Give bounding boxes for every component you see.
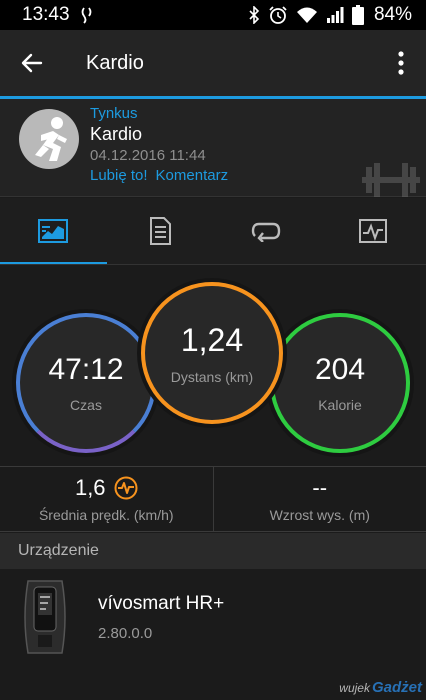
elevation-value: --	[312, 475, 328, 500]
chart-icon	[358, 219, 387, 243]
elevation-label: Wzrost wys. (m)	[269, 507, 370, 523]
calories-label: Kalorie	[318, 397, 362, 413]
activity-actions: Lubię to! Komentarz	[90, 166, 228, 186]
tab-bar	[0, 198, 426, 264]
alarm-icon	[269, 6, 287, 24]
like-link[interactable]: Lubię to!	[90, 166, 148, 186]
elevation-cell: -- Wzrost wys. (m)	[212, 467, 426, 531]
time-value: 47:12	[48, 353, 124, 386]
watermark-part1: wujek	[339, 681, 370, 695]
time-label: Czas	[70, 397, 102, 413]
device-name: vívosmart HR+	[98, 593, 225, 614]
activity-type-link[interactable]: Tynkus	[90, 105, 228, 123]
sync-icon	[81, 7, 91, 24]
calories-stat-circle: 204 Kalorie	[270, 313, 410, 453]
status-time: 13:43	[22, 4, 70, 25]
activity-name: Kardio	[90, 124, 143, 144]
activity-header: Tynkus Kardio 04.12.2016 11:44 Lubię to!…	[0, 99, 426, 197]
tab-laps[interactable]	[213, 198, 320, 264]
distance-value: 1,24	[180, 321, 244, 358]
signal-icon	[326, 7, 344, 23]
watermark-part2: Gadżet	[371, 679, 422, 696]
stats-panel: 47:12 Czas 204 Kalorie 1,24 Dystans (km)	[0, 265, 426, 465]
wifi-icon	[296, 7, 317, 23]
time-stat-circle: 47:12 Czas	[16, 313, 156, 453]
avg-speed-label: Średnia prędk. (km/h)	[38, 507, 174, 523]
tab-charts[interactable]	[320, 198, 426, 264]
comment-link[interactable]: Komentarz	[156, 166, 229, 186]
avg-speed-cell: 1,6 Średnia prędk. (km/h)	[0, 467, 213, 531]
device-row[interactable]: vívosmart HR+ 2.80.0.0 wujek Gadżet	[0, 569, 426, 700]
status-icons: 84%	[248, 4, 412, 26]
summary-row: 1,6 Średnia prędk. (km/h) -- Wzrost wys.…	[0, 466, 426, 532]
device-firmware: 2.80.0.0	[98, 625, 153, 642]
status-bar: 13:43 84%	[0, 0, 426, 30]
distance-label: Dystans (km)	[170, 368, 254, 385]
activity-info: Tynkus Kardio 04.12.2016 11:44 Lubię to!…	[90, 105, 228, 186]
battery-percent: 84%	[373, 4, 412, 25]
tab-details[interactable]	[107, 198, 214, 264]
bluetooth-icon	[249, 6, 260, 24]
more-vertical-icon	[398, 51, 404, 75]
activity-date: 04.12.2016 11:44	[90, 147, 206, 164]
summary-icon	[38, 219, 69, 243]
details-icon	[149, 217, 171, 245]
heart-rate-icon[interactable]	[114, 476, 138, 500]
fitness-band-image	[24, 580, 66, 654]
app-bar: Kardio	[0, 30, 426, 96]
back-button[interactable]	[0, 30, 64, 96]
calories-value: 204	[314, 353, 366, 386]
watermark-logo: wujek Gadżet	[339, 679, 422, 696]
runner-icon	[35, 117, 67, 161]
battery-icon	[351, 5, 364, 25]
avg-speed-value: 1,6	[74, 475, 106, 500]
laps-icon	[252, 222, 281, 242]
distance-stat-circle: 1,24 Dystans (km)	[141, 282, 283, 424]
overflow-menu-button[interactable]	[376, 30, 426, 96]
arrow-left-icon	[21, 53, 43, 73]
tab-summary[interactable]	[0, 198, 107, 264]
device-section-header: Urządzenie	[0, 533, 426, 569]
page-title: Kardio	[86, 51, 144, 74]
dumbbell-icon	[362, 163, 420, 197]
activity-type-avatar	[19, 109, 79, 169]
